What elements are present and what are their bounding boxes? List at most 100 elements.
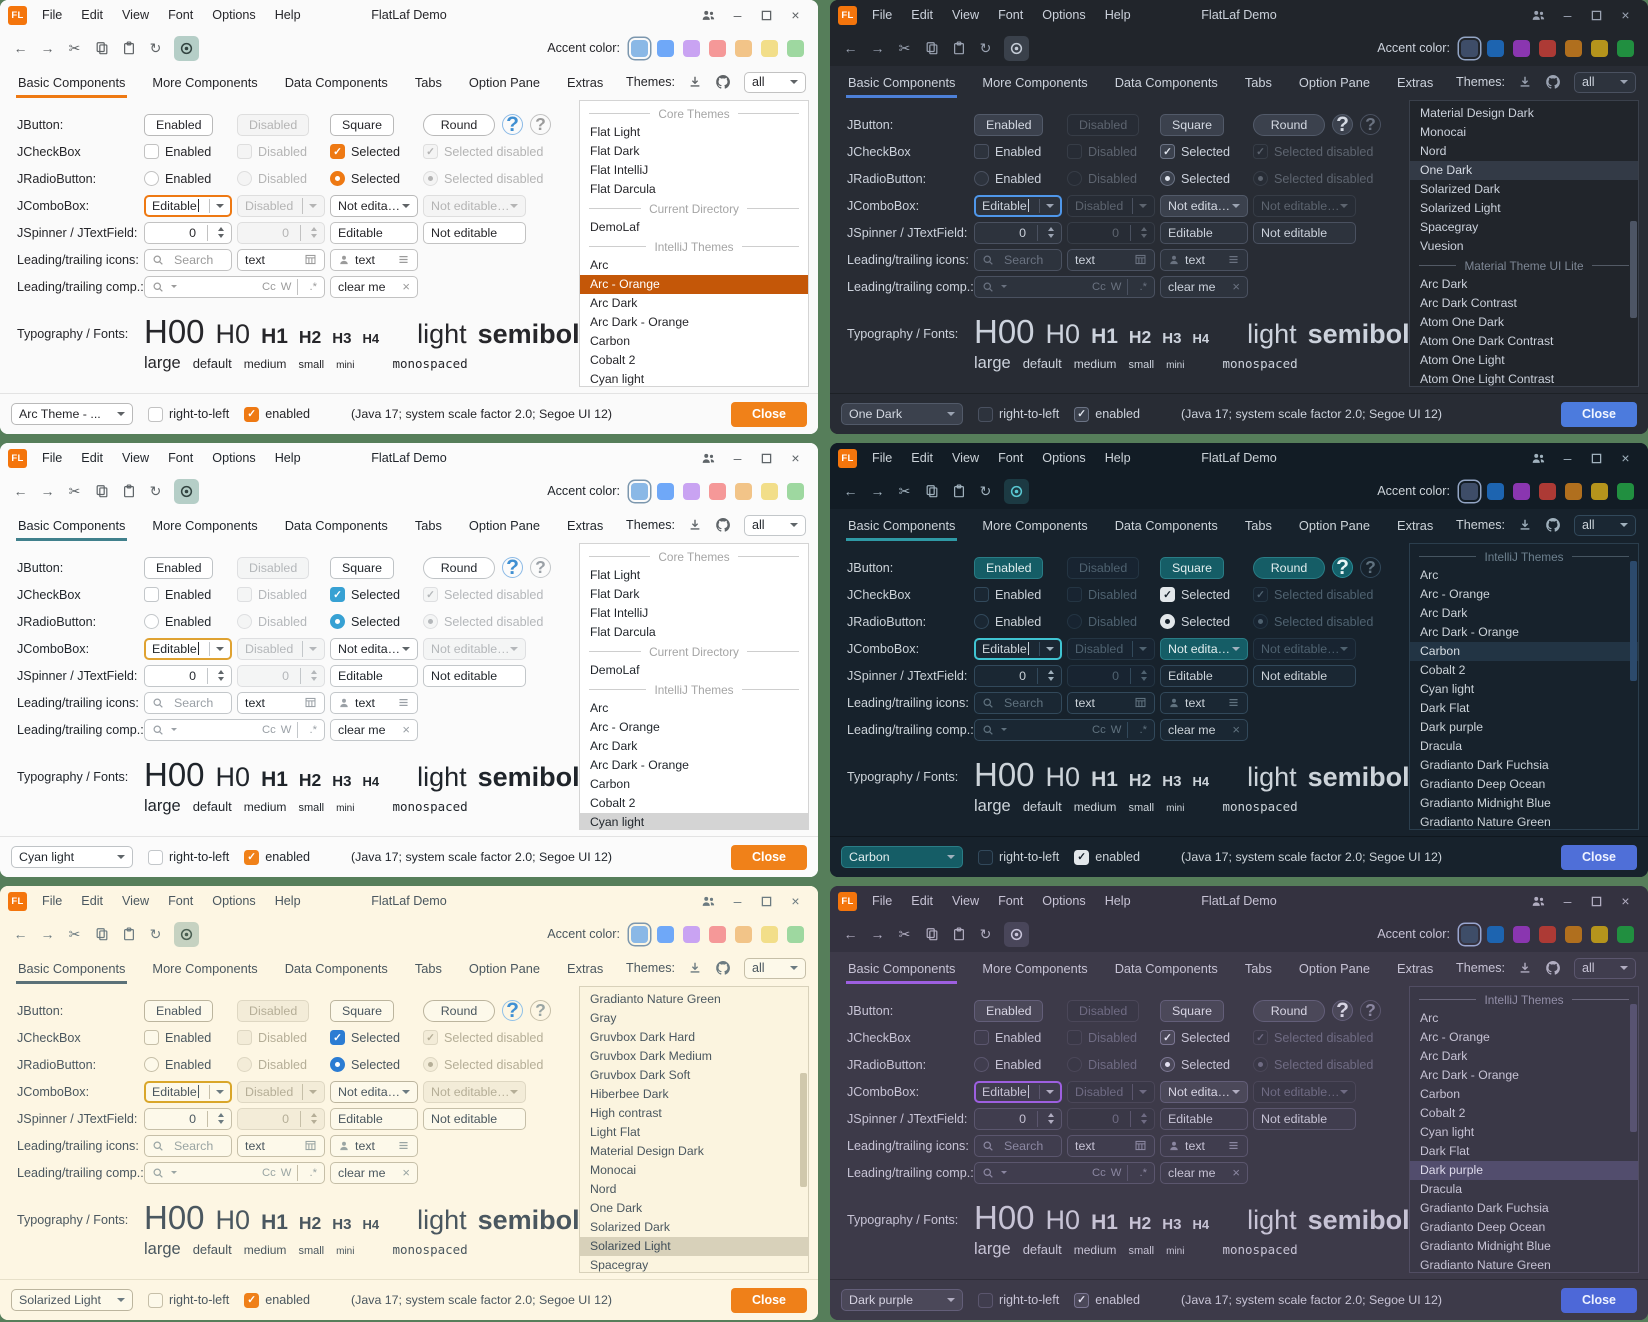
theme-list-item-material-design-dark[interactable]: Material Design Dark [580,1142,808,1161]
eye-icon[interactable] [174,922,199,947]
tab-tabs[interactable]: Tabs [1245,952,1272,984]
radio-selected[interactable]: Selected [1160,1057,1230,1072]
textfield-editable[interactable]: Editable [330,1108,418,1130]
menu-file[interactable]: File [872,894,892,908]
chevron-down-icon[interactable] [1001,1171,1007,1174]
tab-option-pane[interactable]: Option Pane [469,952,540,984]
match-case-icon[interactable]: Cc [1092,281,1106,293]
theme-list-item-dark-purple[interactable]: Dark purple [1410,718,1638,737]
help-outline-button[interactable]: ? [1360,557,1381,578]
menu-edit[interactable]: Edit [81,8,103,22]
refresh-icon[interactable]: ↻ [973,36,998,61]
download-icon[interactable] [688,75,702,89]
users-icon[interactable] [1524,889,1553,913]
tab-more-components[interactable]: More Components [152,952,257,984]
help-button[interactable]: ? [1332,1000,1353,1021]
list-icon[interactable] [1227,696,1240,709]
maximize-button[interactable] [752,889,781,913]
accent-swatch-2[interactable] [657,926,674,943]
close-window-button[interactable]: × [781,889,810,913]
theme-list-item-flat-intellij[interactable]: Flat IntelliJ [580,161,808,180]
clear-icon[interactable]: × [1232,279,1240,294]
accent-swatch-7[interactable] [787,926,804,943]
spinner-arrows-icon[interactable] [218,1113,224,1124]
theme-list-item-flat-dark[interactable]: Flat Dark [580,142,808,161]
menu-font[interactable]: Font [998,451,1023,465]
tab-data-components[interactable]: Data Components [285,66,388,98]
tab-more-components[interactable]: More Components [152,66,257,98]
theme-list-item-nord[interactable]: Nord [1410,142,1638,161]
paste-icon[interactable] [116,36,141,61]
table-icon[interactable] [1134,253,1147,266]
radio-selected[interactable]: Selected [330,614,400,629]
copy-icon[interactable] [89,922,114,947]
tab-extras[interactable]: Extras [567,952,603,984]
whole-words-icon[interactable]: W [1111,281,1122,293]
textfield-editable[interactable]: Editable [330,222,418,244]
tab-extras[interactable]: Extras [567,66,603,98]
search-input[interactable]: Search [144,249,232,271]
search-options-input[interactable]: Cc W .* [144,276,325,298]
menu-file[interactable]: File [872,451,892,465]
theme-filter-combo[interactable]: all [1574,72,1636,93]
checkbox-selected[interactable]: Selected [1160,144,1230,159]
textfield-editable[interactable]: Editable [1160,665,1248,687]
combobox-editable[interactable]: Editable [144,638,232,660]
theme-list-item-gradianto-nature-green[interactable]: Gradianto Nature Green [1410,1256,1638,1273]
spinner[interactable]: 0 [144,1108,232,1130]
accent-swatch-5[interactable] [1565,926,1582,943]
spinner-arrows-icon[interactable] [1048,1113,1054,1124]
cut-icon[interactable]: ✂ [62,479,87,504]
menu-view[interactable]: View [122,451,149,465]
theme-list-item-gradianto-nature-green[interactable]: Gradianto Nature Green [580,990,808,1009]
theme-list-item-gradianto-nature-green[interactable]: Gradianto Nature Green [1410,813,1638,830]
theme-list-item-material-design-dark[interactable]: Material Design Dark [1410,104,1638,123]
combobox-editable[interactable]: Editable [144,1081,232,1103]
theme-list-item-carbon[interactable]: Carbon [580,332,808,351]
menu-help[interactable]: Help [1105,8,1131,22]
github-icon[interactable] [715,960,731,976]
clearable-input[interactable]: clear me× [1160,276,1248,298]
cut-icon[interactable]: ✂ [62,36,87,61]
users-icon[interactable] [694,3,723,27]
checkbox-selected[interactable]: Selected [1160,1030,1230,1045]
radio-selected[interactable]: Selected [330,1057,400,1072]
theme-list-item-arc-dark-orange[interactable]: Arc Dark - Orange [580,313,808,332]
tab-basic-components[interactable]: Basic Components [848,66,955,98]
tab-tabs[interactable]: Tabs [415,66,442,98]
chevron-down-icon[interactable] [1001,728,1007,731]
accent-swatch-1[interactable] [1461,483,1478,500]
radio-enabled[interactable]: Enabled [144,1057,211,1072]
copy-icon[interactable] [919,922,944,947]
theme-list-item-monocai[interactable]: Monocai [580,1161,808,1180]
tab-data-components[interactable]: Data Components [285,952,388,984]
close-window-button[interactable]: × [1611,446,1640,470]
theme-selector-combo[interactable]: One Dark [841,403,963,425]
eye-icon[interactable] [174,479,199,504]
round-button[interactable]: Round [1253,557,1325,579]
copy-icon[interactable] [919,479,944,504]
radio-enabled[interactable]: Enabled [144,171,211,186]
search-input[interactable]: Search [144,692,232,714]
combobox-not-editable[interactable]: Not editable [330,1081,418,1103]
accent-swatch-4[interactable] [709,483,726,500]
theme-list-item-one-dark[interactable]: One Dark [580,1199,808,1218]
tab-data-components[interactable]: Data Components [1115,952,1218,984]
match-case-icon[interactable]: Cc [262,281,276,293]
accent-swatch-4[interactable] [709,926,726,943]
table-icon[interactable] [304,1139,317,1152]
help-button[interactable]: ? [1332,557,1353,578]
theme-list-item-arc-dark[interactable]: Arc Dark [1410,1047,1638,1066]
theme-list-item-gruvbox-dark-hard[interactable]: Gruvbox Dark Hard [580,1028,808,1047]
spinner-arrows-icon[interactable] [1048,227,1054,238]
theme-list-item-solarized-light[interactable]: Solarized Light [580,1237,808,1256]
paste-icon[interactable] [946,36,971,61]
accent-swatch-3[interactable] [683,483,700,500]
accent-swatch-6[interactable] [761,926,778,943]
copy-icon[interactable] [89,479,114,504]
whole-words-icon[interactable]: W [1111,1167,1122,1179]
tab-extras[interactable]: Extras [567,509,603,541]
clearable-input[interactable]: clear me× [1160,1162,1248,1184]
spinner-arrows-icon[interactable] [1048,670,1054,681]
menu-font[interactable]: Font [168,894,193,908]
